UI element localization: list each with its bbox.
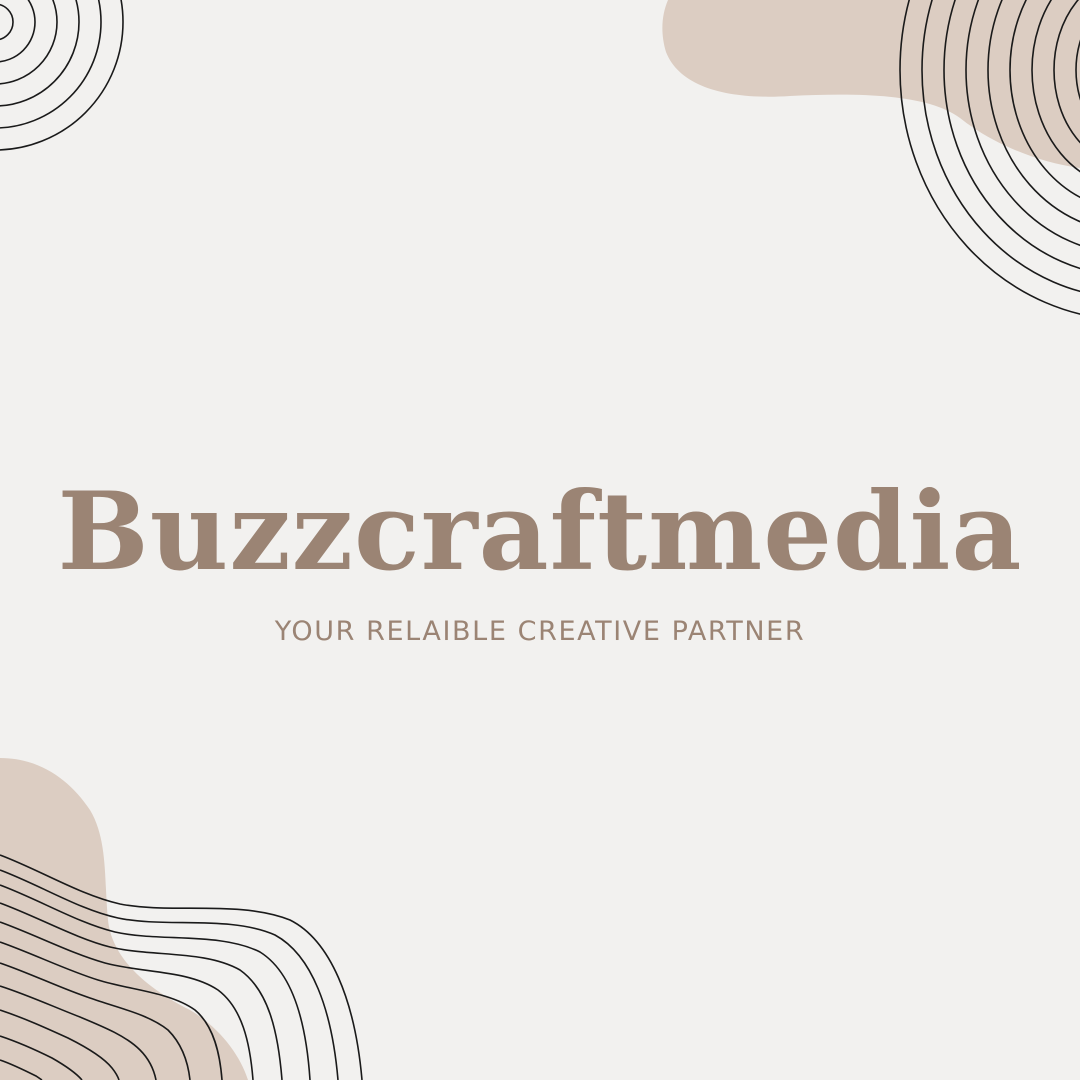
brand-name: Buzzcraftmedia — [57, 469, 1023, 595]
brand-tagline: YOUR RELAIBLE CREATIVE PARTNER — [274, 616, 806, 647]
top-left-arcs — [0, 0, 124, 151]
top-right-blob — [662, 0, 1080, 168]
